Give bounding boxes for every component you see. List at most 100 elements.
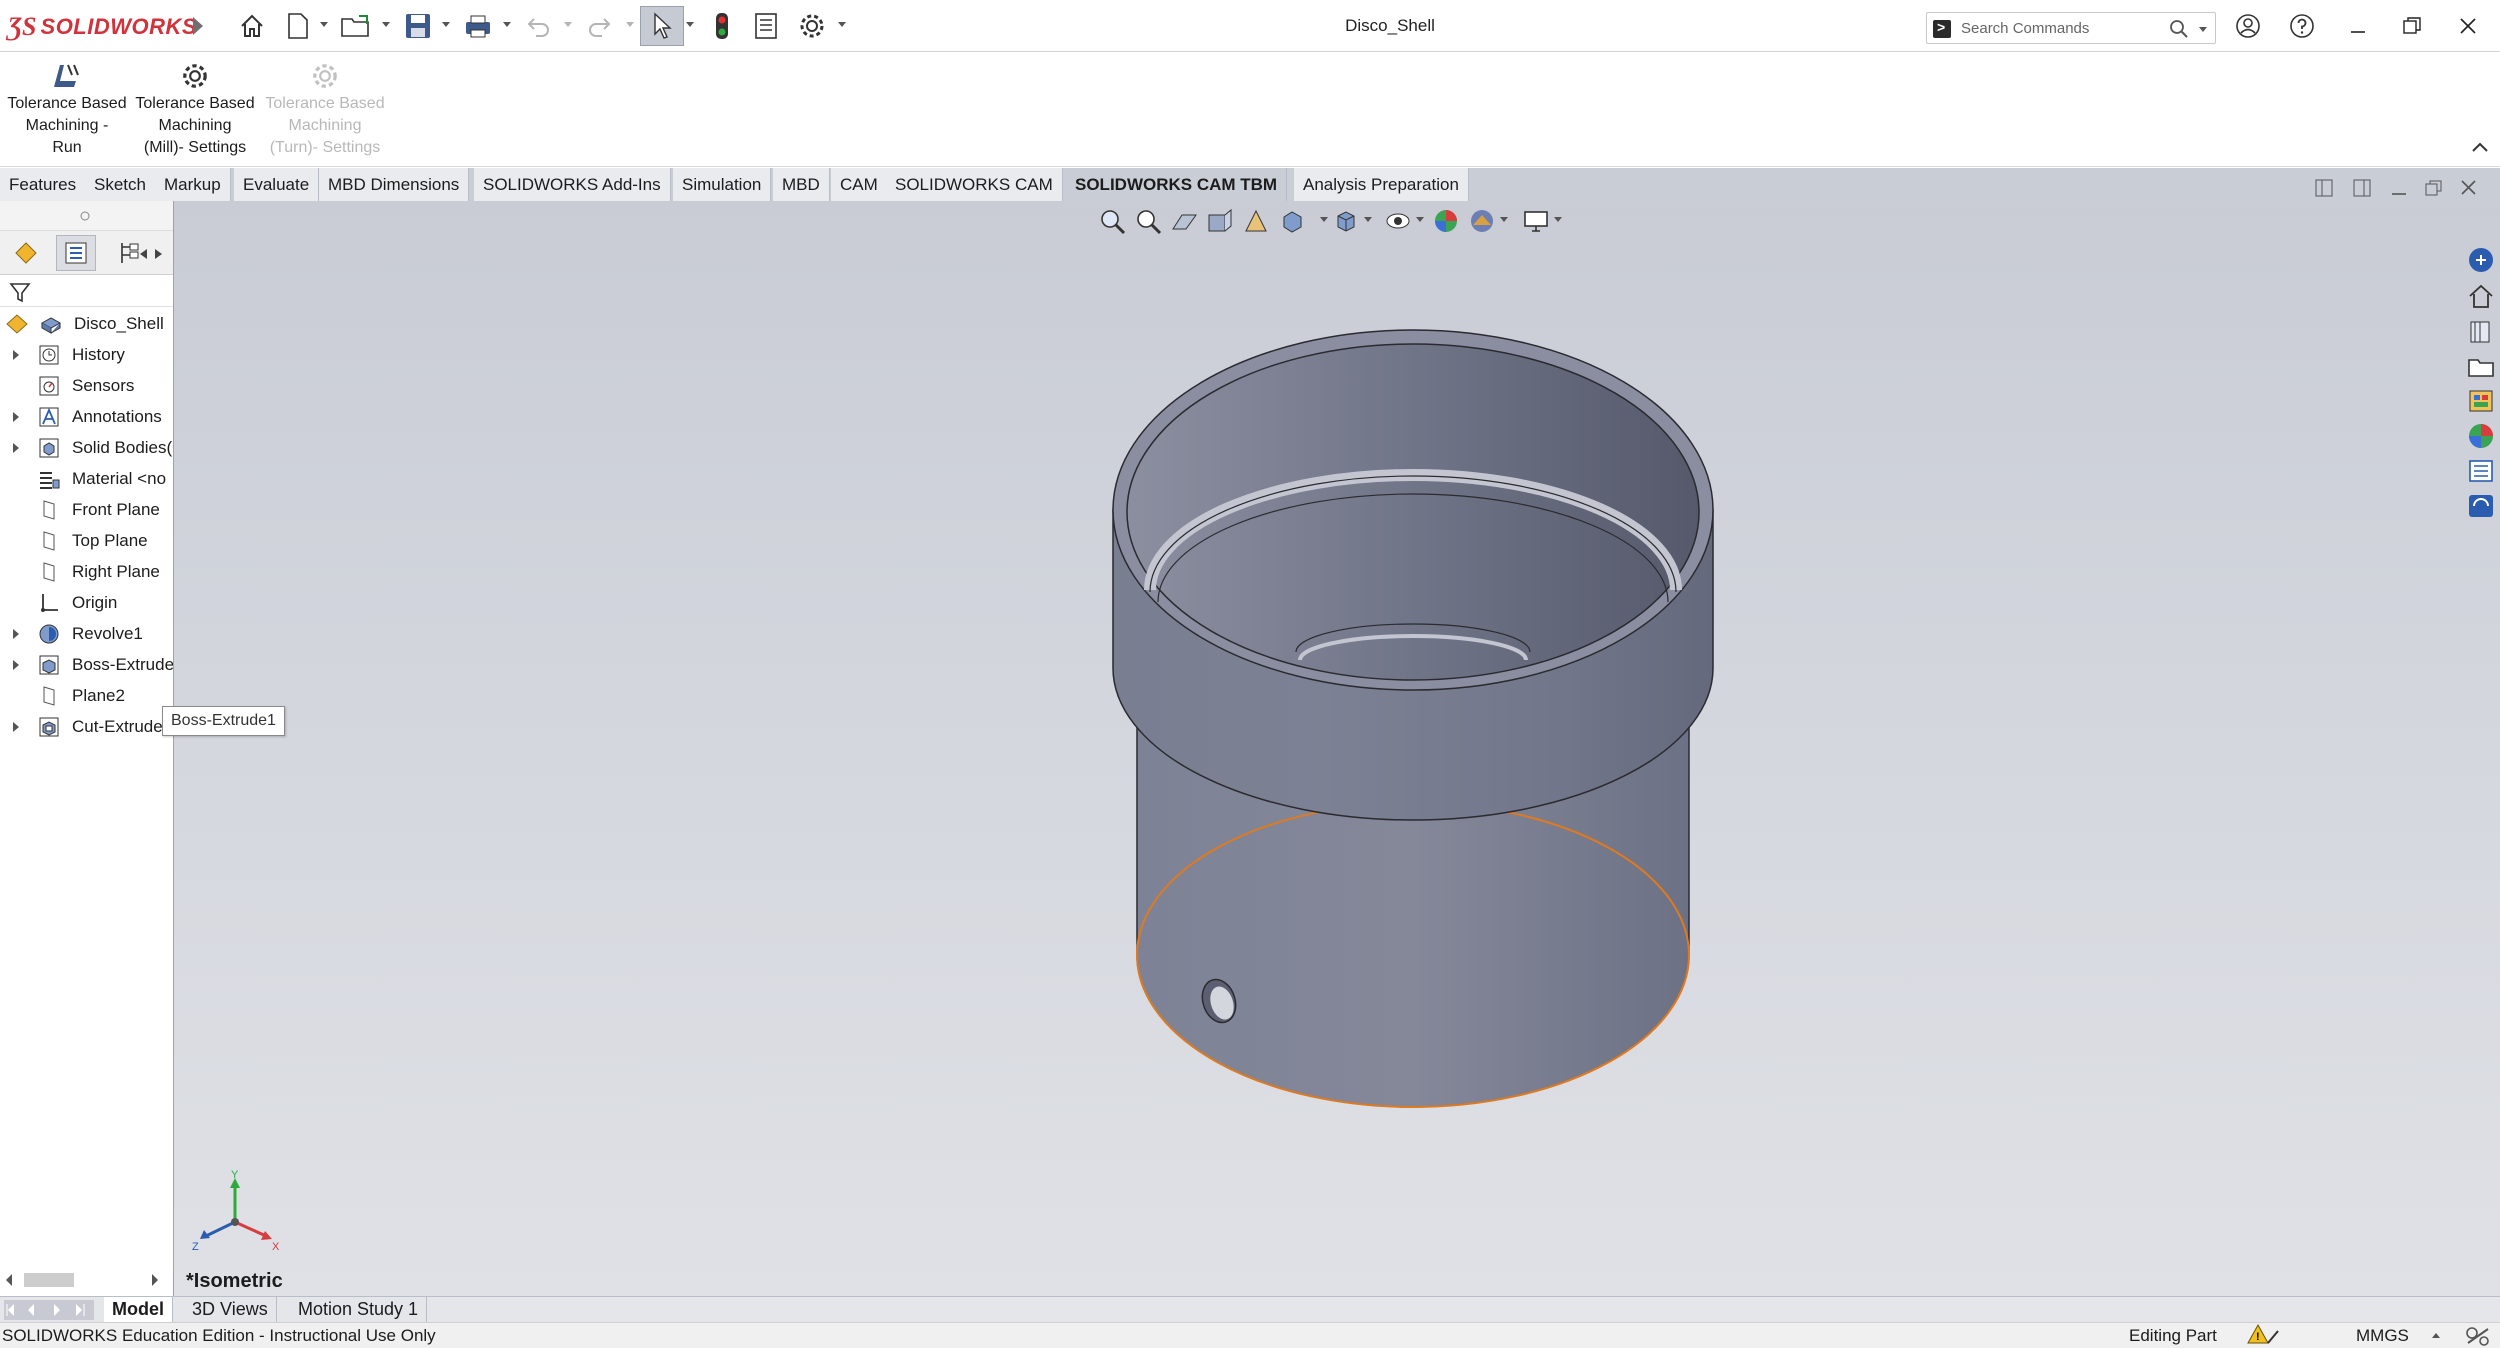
tree-item-boss-extrude[interactable]: Boss-Extrude xyxy=(0,649,173,680)
tab-solidworks-cam-tbm[interactable]: SOLIDWORKS CAM TBM xyxy=(1066,168,1288,201)
tab-navigation-arrows[interactable] xyxy=(4,1300,94,1320)
open-folder-icon[interactable] xyxy=(340,10,374,42)
restore-icon[interactable] xyxy=(2392,10,2432,42)
file-properties-icon[interactable] xyxy=(752,10,780,42)
tab-mbd-dimensions[interactable]: MBD Dimensions xyxy=(319,168,470,201)
hide-show-dropdown-icon[interactable] xyxy=(1416,217,1424,222)
home-task-icon[interactable] xyxy=(2466,281,2496,311)
section-view-icon[interactable] xyxy=(1206,207,1234,235)
feature-manager-hscrollbar[interactable] xyxy=(0,1270,173,1290)
appearances-icon[interactable] xyxy=(2466,421,2496,451)
tree-item-right-plane[interactable]: Right Plane xyxy=(0,556,173,587)
tab-sketch[interactable]: Sketch xyxy=(85,168,156,201)
tab-motion-study-1[interactable]: Motion Study 1 xyxy=(290,1297,428,1322)
view-settings-dropdown-icon[interactable] xyxy=(1554,217,1562,222)
quick-tips-icon[interactable] xyxy=(2464,1325,2492,1348)
minimize-icon[interactable] xyxy=(2338,10,2378,42)
close-icon[interactable] xyxy=(2448,10,2488,42)
print-icon[interactable] xyxy=(462,10,494,42)
select-dropdown-icon[interactable] xyxy=(686,22,694,27)
split-view-icon[interactable] xyxy=(2315,179,2333,197)
select-arrow-icon[interactable] xyxy=(640,6,684,46)
expand-arrow-icon[interactable] xyxy=(13,660,19,670)
view-palette-icon[interactable] xyxy=(2466,386,2496,416)
tree-item-front-plane[interactable]: Front Plane xyxy=(0,494,173,525)
flyout-arrow-icon[interactable] xyxy=(188,10,208,42)
search-dropdown-icon[interactable] xyxy=(2199,27,2207,32)
tab-model[interactable]: Model xyxy=(104,1297,173,1322)
tree-item-solid-bodies[interactable]: Solid Bodies( xyxy=(0,432,173,463)
tree-item-annotations[interactable]: Annotations xyxy=(0,401,173,432)
undo-icon[interactable] xyxy=(524,10,554,42)
solidworks-logo[interactable]: ƷS SOLIDWORKS xyxy=(8,12,197,42)
custom-properties-icon[interactable] xyxy=(2466,456,2496,486)
tree-item-top-plane[interactable]: Top Plane xyxy=(0,525,173,556)
apply-scene-icon[interactable] xyxy=(1468,207,1496,235)
display-style-dropdown-icon[interactable] xyxy=(1364,217,1372,222)
tree-root-part[interactable]: Disco_Shell xyxy=(0,308,173,339)
tree-item-history[interactable]: History xyxy=(0,339,173,370)
save-dropdown-icon[interactable] xyxy=(442,22,450,27)
tab-solidworks-add-ins[interactable]: SOLIDWORKS Add-Ins xyxy=(474,168,671,201)
new-document-icon[interactable] xyxy=(284,10,312,42)
expand-arrow-icon[interactable] xyxy=(13,629,19,639)
apply-scene-dropdown-icon[interactable] xyxy=(1500,217,1508,222)
link-view-icon[interactable] xyxy=(2353,179,2371,197)
tab-solidworks-cam[interactable]: SOLIDWORKS CAM xyxy=(886,168,1063,201)
home-icon[interactable] xyxy=(236,10,268,42)
zoom-to-area-icon[interactable] xyxy=(1134,207,1162,235)
open-dropdown-icon[interactable] xyxy=(382,22,390,27)
unit-system-menu-icon[interactable] xyxy=(2432,1333,2440,1338)
undo-dropdown-icon[interactable] xyxy=(564,22,572,27)
tab-3d-views[interactable]: 3D Views xyxy=(184,1297,277,1322)
tree-item-origin[interactable]: Origin xyxy=(0,587,173,618)
search-commands-input[interactable]: Search Commands xyxy=(1926,12,2216,44)
options-gear-icon[interactable] xyxy=(796,10,828,42)
tree-item-revolve1[interactable]: Revolve1 xyxy=(0,618,173,649)
tab-cam[interactable]: CAM xyxy=(831,168,888,201)
tab-mbd[interactable]: MBD xyxy=(773,168,830,201)
expand-arrow-icon[interactable] xyxy=(13,412,19,422)
new-dropdown-icon[interactable] xyxy=(320,22,328,27)
tab-features[interactable]: Features xyxy=(0,168,87,201)
hide-show-items-icon[interactable] xyxy=(1384,207,1412,235)
dynamic-annotation-icon[interactable] xyxy=(1242,207,1270,235)
tree-filter[interactable] xyxy=(0,275,173,307)
tbm-run-button[interactable]: Tolerance Based Machining - Run xyxy=(2,59,132,159)
save-icon[interactable] xyxy=(402,10,434,42)
filter-icon[interactable] xyxy=(8,280,32,304)
solidworks-forum-icon[interactable] xyxy=(2466,491,2496,521)
viewport-restore-icon[interactable] xyxy=(2425,180,2442,196)
solidworks-resources-icon[interactable] xyxy=(2466,245,2496,275)
print-dropdown-icon[interactable] xyxy=(503,22,511,27)
property-manager-tab-icon[interactable] xyxy=(56,235,96,271)
expand-arrow-icon[interactable] xyxy=(13,722,19,732)
rebuild-traffic-light-icon[interactable] xyxy=(710,10,734,42)
tree-item-sensors[interactable]: Sensors xyxy=(0,370,173,401)
previous-view-icon[interactable] xyxy=(1170,207,1198,235)
tree-item-material[interactable]: Material <no xyxy=(0,463,173,494)
tab-evaluate[interactable]: Evaluate xyxy=(234,168,320,201)
options-dropdown-icon[interactable] xyxy=(838,22,846,27)
edit-appearance-icon[interactable] xyxy=(1432,207,1460,235)
tree-item-plane2[interactable]: Plane2 xyxy=(0,680,173,711)
tabs-scroll-right-icon[interactable] xyxy=(154,247,164,265)
tab-analysis-preparation[interactable]: Analysis Preparation xyxy=(1294,168,1469,201)
user-account-icon[interactable] xyxy=(2228,10,2268,42)
expand-arrow-icon[interactable] xyxy=(13,443,19,453)
collapse-ribbon-icon[interactable] xyxy=(2470,137,2490,157)
unit-system[interactable]: MMGS xyxy=(2356,1323,2409,1348)
part-model-view[interactable] xyxy=(174,201,2500,1296)
redo-dropdown-icon[interactable] xyxy=(626,22,634,27)
design-library-icon[interactable] xyxy=(2466,316,2496,346)
file-explorer-icon[interactable] xyxy=(2466,351,2496,381)
search-icon[interactable] xyxy=(2169,19,2189,44)
tab-markup[interactable]: Markup xyxy=(155,168,231,201)
view-orientation-icon[interactable] xyxy=(1278,207,1306,235)
help-icon[interactable] xyxy=(2282,10,2322,42)
tab-simulation[interactable]: Simulation xyxy=(673,168,772,201)
view-orientation-dropdown-icon[interactable] xyxy=(1320,217,1328,222)
tabs-scroll-left-icon[interactable] xyxy=(138,247,148,265)
tbm-turn-settings-button[interactable]: Tolerance Based Machining (Turn)- Settin… xyxy=(260,59,390,159)
expand-arrow-icon[interactable] xyxy=(13,350,19,360)
